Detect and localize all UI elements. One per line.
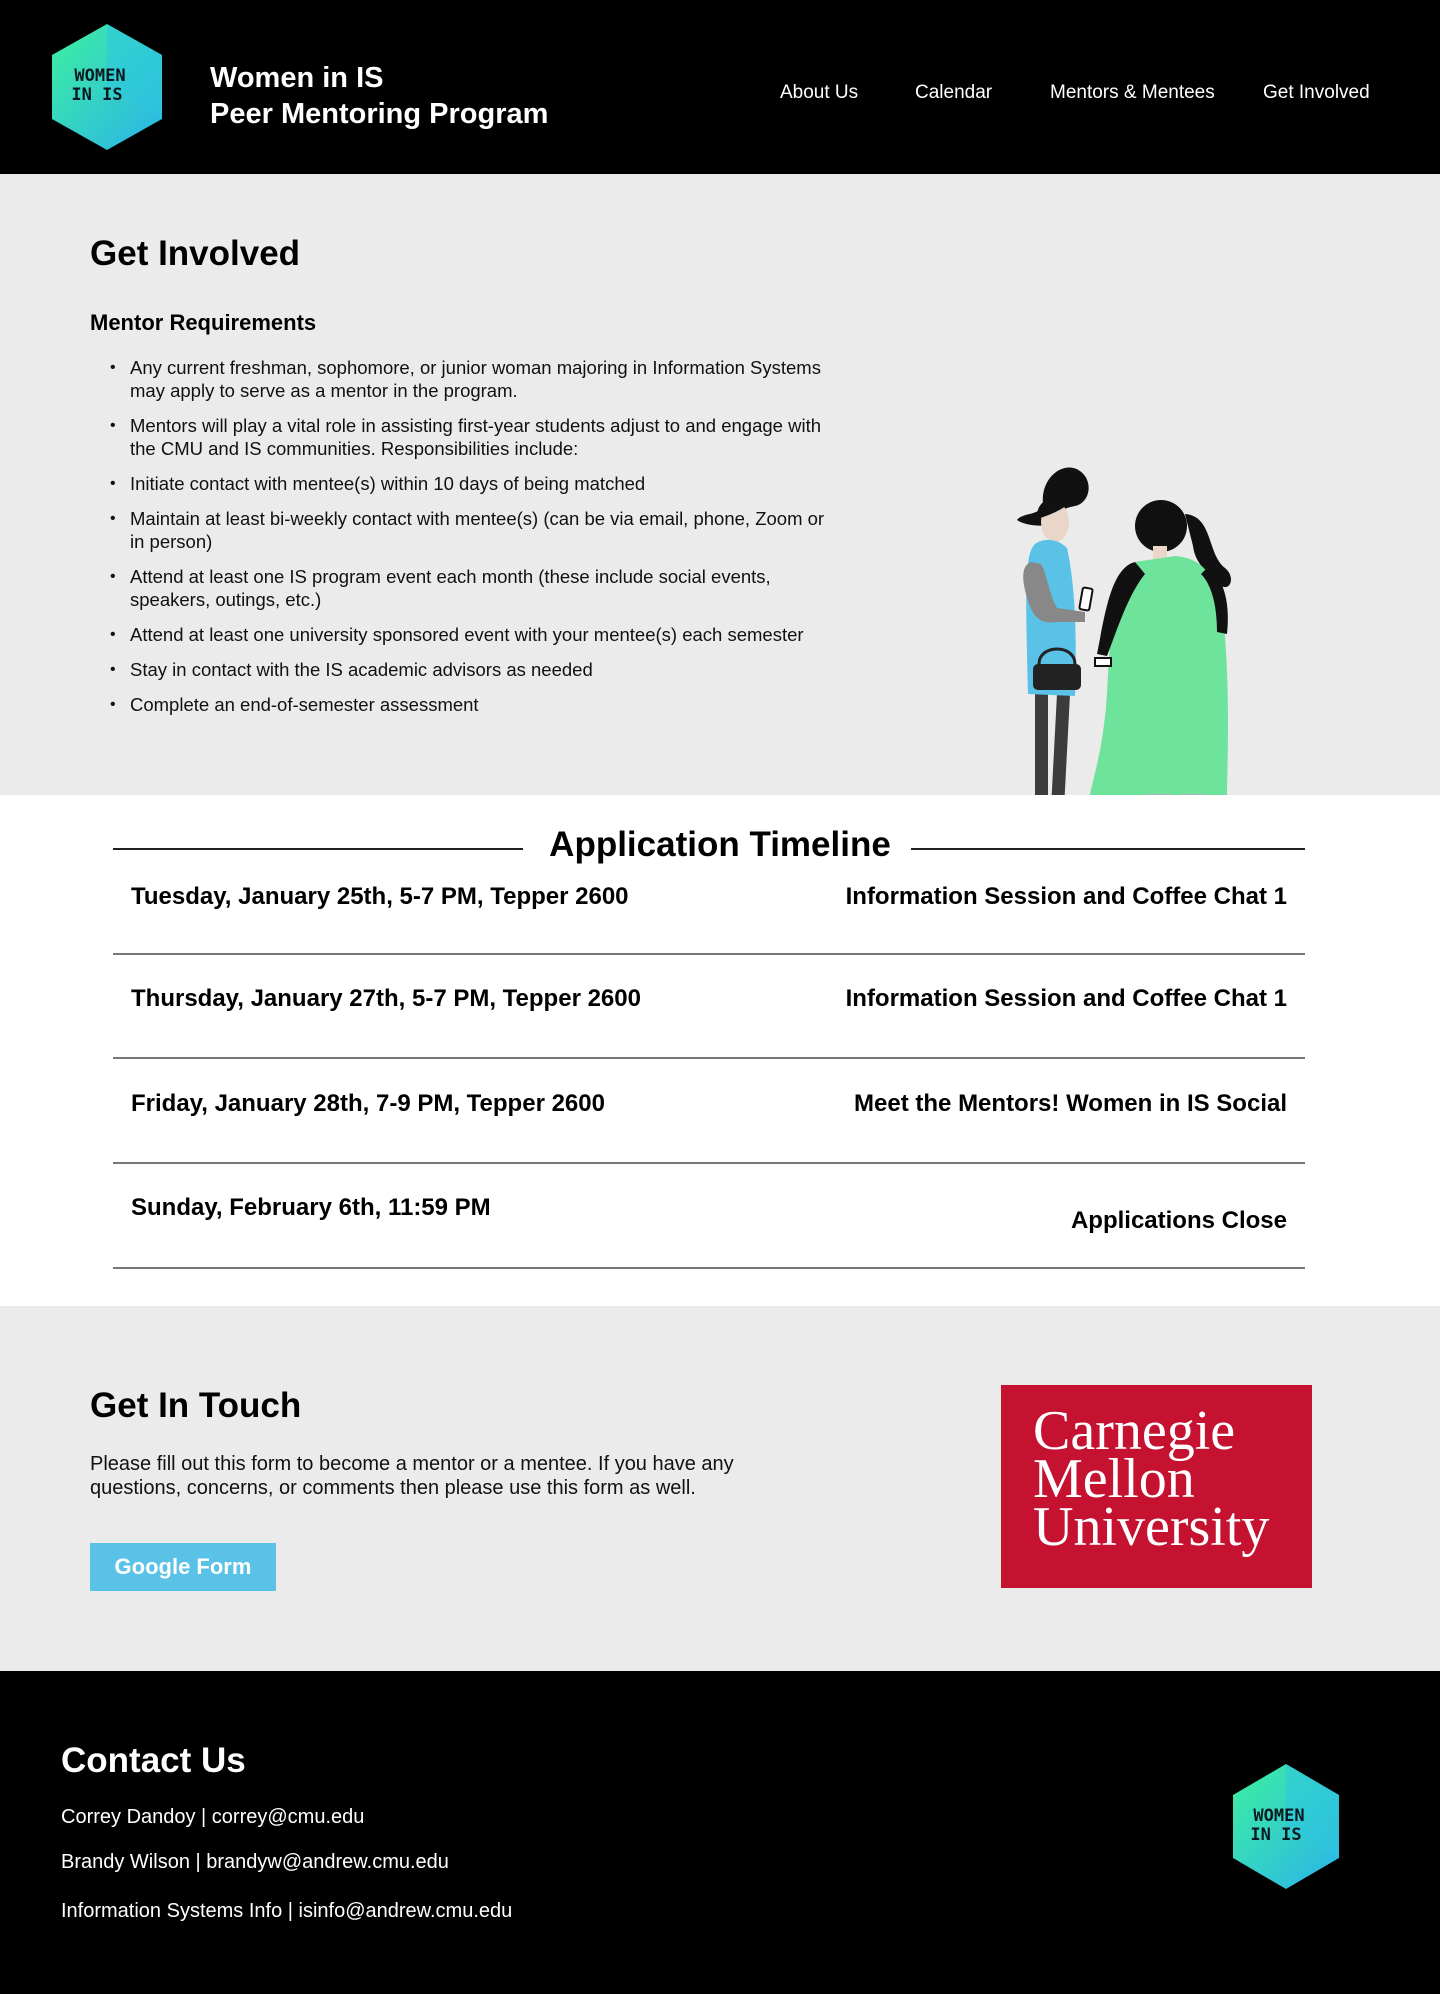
timeline-event: Meet the Mentors! Women in IS Social: [854, 1090, 1287, 1117]
svg-text:WOMEN: WOMEN: [1253, 1806, 1304, 1826]
mentor-requirements-heading: Mentor Requirements: [90, 310, 317, 335]
timeline-event: Information Session and Coffee Chat 1: [845, 883, 1287, 910]
timeline-date: Friday, January 28th, 7-9 PM, Tepper 260…: [131, 1090, 605, 1117]
get-in-touch-heading: Get In Touch: [90, 1386, 302, 1425]
timeline-date: Sunday, February 6th, 11:59 PM: [131, 1194, 491, 1221]
contact-correy[interactable]: Correy Dandoy | correy@cmu.edu: [61, 1806, 364, 1829]
timeline-row: Sunday, February 6th, 11:59 PM Applicati…: [113, 1164, 1305, 1269]
timeline-row: Thursday, January 27th, 5-7 PM, Tepper 2…: [113, 955, 1305, 1059]
get-in-touch-section: Get In Touch Please fill out this form t…: [0, 1306, 1440, 1671]
cmu-logo-line3: University: [1033, 1496, 1270, 1558]
cmu-logo[interactable]: Carnegie Mellon University: [1001, 1385, 1312, 1588]
requirement-item: Mentors will play a vital role in assist…: [110, 414, 830, 460]
contact-brandy[interactable]: Brandy Wilson | brandyw@andrew.cmu.edu: [61, 1851, 449, 1874]
requirement-item: Any current freshman, sophomore, or juni…: [110, 356, 830, 402]
women-in-is-logo[interactable]: WOMEN IN IS: [52, 24, 162, 150]
timeline-heading-text: Application Timeline: [529, 825, 911, 864]
timeline-date: Tuesday, January 25th, 5-7 PM, Tepper 26…: [131, 883, 629, 910]
get-involved-section: Get Involved Mentor Requirements Any cur…: [0, 174, 1440, 869]
application-timeline-section: Application Timeline Tuesday, January 25…: [0, 795, 1440, 1306]
footer: Contact Us Correy Dandoy | correy@cmu.ed…: [0, 1671, 1440, 1994]
contact-is-info[interactable]: Information Systems Info | isinfo@andrew…: [61, 1900, 512, 1923]
get-involved-heading: Get Involved: [90, 234, 301, 273]
requirements-list: Any current freshman, sophomore, or juni…: [110, 356, 830, 728]
timeline-heading: Application Timeline: [0, 825, 1440, 865]
women-in-is-logo[interactable]: WOMEN IN IS: [1233, 1764, 1339, 1889]
site-title-line2: Peer Mentoring Program: [210, 98, 549, 130]
timeline-event: Information Session and Coffee Chat 1: [845, 985, 1287, 1012]
requirement-item: Maintain at least bi-weekly contact with…: [110, 507, 830, 553]
svg-text:IN IS: IN IS: [1250, 1825, 1301, 1845]
requirement-item: Stay in contact with the IS academic adv…: [110, 658, 830, 681]
site-title: Women in IS Peer Mentoring Program: [210, 60, 548, 132]
svg-text:IN IS: IN IS: [71, 85, 122, 105]
timeline-date: Thursday, January 27th, 5-7 PM, Tepper 2…: [131, 985, 641, 1012]
site-header: WOMEN IN IS Women in IS Peer Mentoring P…: [0, 0, 1440, 174]
nav-about-us[interactable]: About Us: [780, 82, 858, 104]
contact-us-heading: Contact Us: [61, 1741, 246, 1780]
requirement-item: Attend at least one university sponsored…: [110, 623, 830, 646]
requirement-item: Initiate contact with mentee(s) within 1…: [110, 472, 830, 495]
site-title-line1: Women in IS: [210, 62, 384, 94]
timeline-event: Applications Close: [1070, 1207, 1287, 1234]
nav-calendar[interactable]: Calendar: [915, 82, 992, 104]
nav-get-involved[interactable]: Get Involved: [1263, 82, 1370, 104]
google-form-button[interactable]: Google Form: [90, 1543, 276, 1591]
requirement-item: Attend at least one IS program event eac…: [110, 565, 830, 611]
svg-text:WOMEN: WOMEN: [74, 66, 125, 86]
timeline-row: Friday, January 28th, 7-9 PM, Tepper 260…: [113, 1059, 1305, 1164]
requirement-item: Complete an end-of-semester assessment: [110, 693, 830, 716]
nav-mentors-mentees[interactable]: Mentors & Mentees: [1050, 82, 1215, 104]
get-in-touch-description: Please fill out this form to become a me…: [90, 1453, 734, 1499]
timeline-row: Tuesday, January 25th, 5-7 PM, Tepper 26…: [113, 883, 1305, 955]
